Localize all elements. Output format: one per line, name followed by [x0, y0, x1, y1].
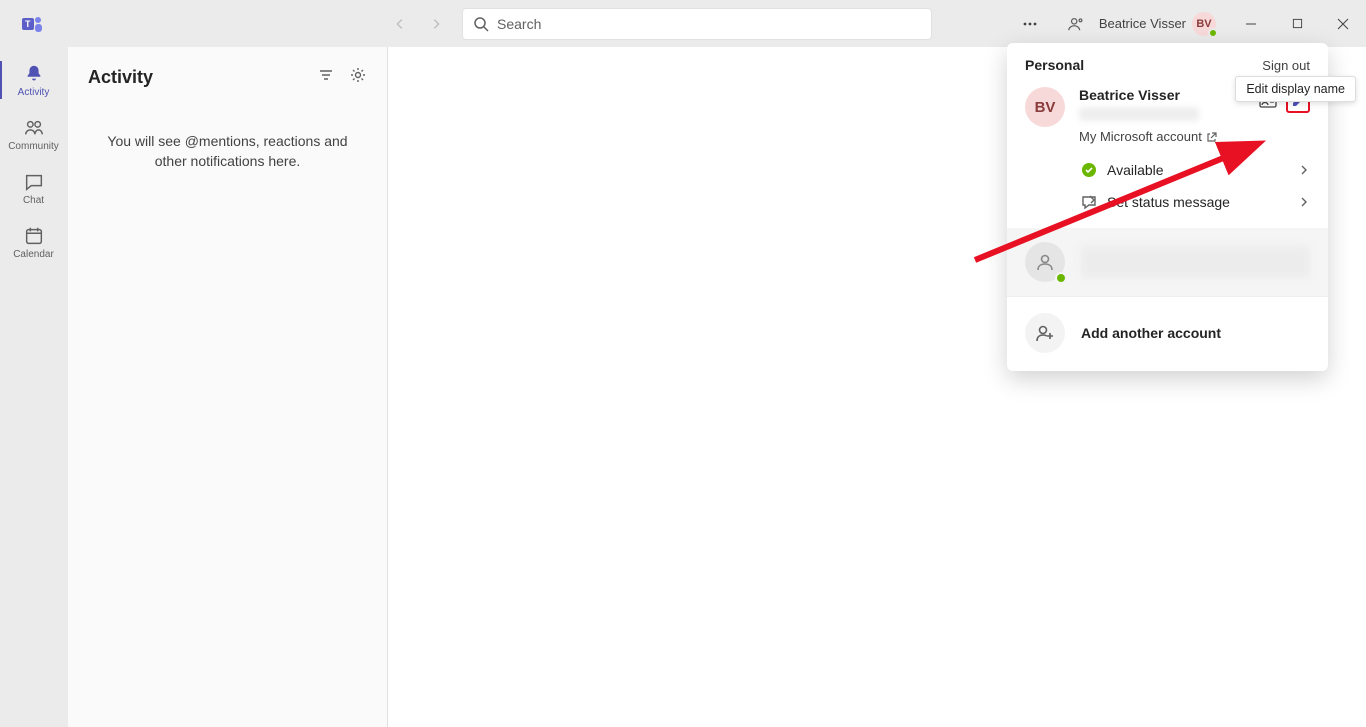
edit-display-name-tooltip: Edit display name	[1235, 76, 1356, 102]
titlebar-right: Beatrice Visser BV	[1007, 0, 1366, 47]
nav-forward-button[interactable]	[420, 8, 452, 40]
other-account-redacted	[1081, 246, 1310, 278]
window-close-button[interactable]	[1320, 0, 1366, 47]
rail-activity[interactable]: Activity	[0, 53, 67, 107]
chat-icon	[23, 171, 45, 193]
profile-name: Beatrice Visser	[1079, 87, 1242, 103]
set-status-message-row[interactable]: Set status message	[1007, 186, 1328, 218]
other-account-row[interactable]	[1007, 228, 1328, 296]
profile-email-redacted	[1079, 107, 1199, 121]
left-rail: Activity Community Chat Calendar	[0, 47, 67, 727]
titlebar: T Search Beatrice Visser BV	[0, 0, 1366, 47]
rail-community[interactable]: Community	[0, 107, 67, 161]
available-status-icon	[1081, 162, 1097, 178]
window-minimize-button[interactable]	[1228, 0, 1274, 47]
calendar-icon	[23, 225, 45, 247]
search-input[interactable]: Search	[462, 8, 932, 40]
more-options-button[interactable]	[1007, 0, 1053, 47]
settings-button[interactable]	[349, 66, 367, 89]
window-maximize-button[interactable]	[1274, 0, 1320, 47]
people-icon	[23, 117, 45, 139]
titlebar-avatar[interactable]: BV	[1192, 12, 1216, 36]
filter-button[interactable]	[317, 66, 335, 89]
activity-empty-text: You will see @mentions, reactions and ot…	[68, 107, 387, 196]
svg-text:T: T	[25, 19, 31, 29]
chevron-right-icon	[1298, 164, 1310, 176]
chevron-right-icon	[1298, 196, 1310, 208]
person-icon	[1035, 252, 1055, 272]
gear-icon	[349, 66, 367, 84]
search-placeholder: Search	[497, 16, 541, 32]
bell-icon	[23, 63, 45, 85]
activity-panel: Activity You will see @mentions, reactio…	[68, 47, 388, 727]
titlebar-user-name[interactable]: Beatrice Visser	[1099, 16, 1186, 31]
activity-title: Activity	[88, 67, 153, 88]
rail-chat[interactable]: Chat	[0, 161, 67, 215]
add-another-label: Add another account	[1081, 325, 1221, 341]
teams-logo: T	[0, 12, 64, 36]
add-account-icon	[1025, 313, 1065, 353]
popup-section-label: Personal	[1025, 57, 1084, 73]
presence-available-icon	[1055, 272, 1067, 284]
nav-arrows	[384, 8, 452, 40]
invite-people-button[interactable]	[1053, 0, 1099, 47]
add-another-account-row[interactable]: Add another account	[1007, 296, 1328, 369]
other-account-avatar	[1025, 242, 1065, 282]
presence-available-icon	[1208, 28, 1218, 38]
presence-status-row[interactable]: Available	[1007, 154, 1328, 186]
my-microsoft-account-link[interactable]: My Microsoft account	[1079, 129, 1242, 144]
status-message-icon	[1081, 194, 1097, 210]
rail-calendar[interactable]: Calendar	[0, 215, 67, 269]
activity-header: Activity	[68, 47, 387, 107]
nav-back-button[interactable]	[384, 8, 416, 40]
sign-out-link[interactable]: Sign out	[1262, 58, 1310, 73]
profile-avatar: BV	[1025, 87, 1065, 127]
external-link-icon	[1206, 131, 1218, 143]
search-icon	[473, 16, 489, 32]
